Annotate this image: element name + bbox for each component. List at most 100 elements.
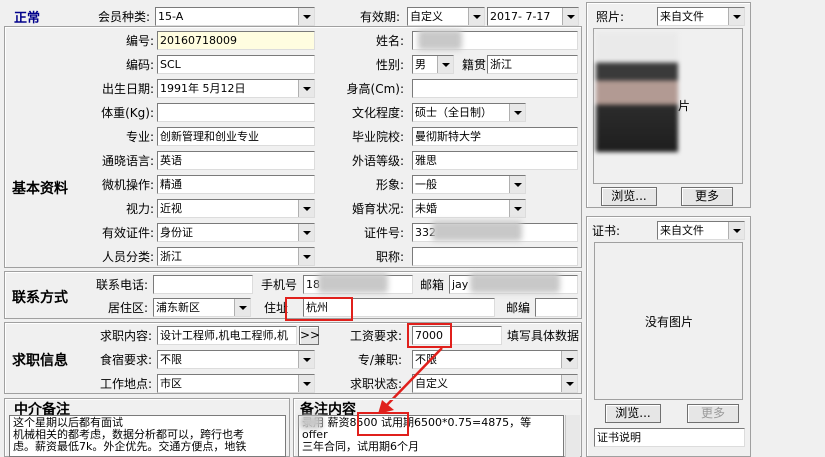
postcode-label: 邮编: [505, 301, 530, 315]
height-field[interactable]: [412, 79, 578, 98]
chevron-down-icon[interactable]: [234, 299, 250, 316]
valid-type-value: 自定义: [410, 10, 443, 23]
marital-label: 婚育状况:: [351, 202, 404, 216]
common-lang-label: 通晓语言:: [101, 154, 154, 168]
photo-placeholder-text: 片: [678, 99, 691, 113]
address-label: 住址: [263, 301, 288, 315]
weight-label: 体重(Kg):: [101, 106, 154, 120]
photo-browse-button[interactable]: 浏览...: [601, 187, 657, 206]
code-field[interactable]: SCL: [157, 55, 315, 74]
foreign-level-label: 外语等级:: [351, 154, 404, 168]
photo-image: [596, 32, 678, 152]
gender-select[interactable]: 男: [412, 55, 454, 74]
person-class-select[interactable]: 浙江: [157, 247, 315, 266]
district-select[interactable]: 浦东新区: [153, 298, 251, 317]
chevron-down-icon[interactable]: [298, 224, 314, 241]
food-req-label: 食宿要求:: [99, 353, 152, 367]
education-label: 文化程度:: [351, 106, 404, 120]
birth-value: 1991年 5月12日: [160, 82, 246, 95]
cert-no-image-text: 没有图片: [644, 315, 693, 329]
title-label: 职称:: [375, 250, 404, 264]
computer-label: 微机操作:: [101, 178, 154, 192]
contact-section-title: 联系方式: [12, 290, 68, 306]
id-type-label: 有效证件:: [101, 226, 154, 240]
height-label: 身高(Cm):: [346, 82, 404, 96]
valid-date-picker[interactable]: 2017- 7-17: [487, 7, 579, 26]
major-label: 专业:: [125, 130, 154, 144]
title-field[interactable]: [412, 247, 578, 266]
chevron-down-icon[interactable]: [509, 200, 525, 217]
chevron-down-icon[interactable]: [728, 222, 744, 239]
salary-hint: 填写具体数据: [506, 329, 579, 343]
chevron-down-icon[interactable]: [561, 375, 577, 392]
remark-textarea[interactable]: 录用 薪资8500 试用期6500*0.75=4875，等 offer 三年合同…: [298, 415, 564, 457]
image-select[interactable]: 一般: [412, 175, 526, 194]
district-value: 浦东新区: [156, 301, 200, 314]
computer-field[interactable]: 精通: [157, 175, 315, 194]
chevron-down-icon[interactable]: [728, 8, 744, 25]
foreign-level-field[interactable]: 雅思: [412, 151, 578, 170]
phone-field[interactable]: [153, 275, 253, 294]
chevron-down-icon[interactable]: [509, 104, 525, 121]
education-select[interactable]: 硕士（全日制）: [412, 103, 526, 122]
chevron-down-icon[interactable]: [561, 351, 577, 368]
native-field[interactable]: 浙江: [487, 55, 578, 74]
chevron-down-icon[interactable]: [437, 56, 453, 73]
work-place-label: 工作地点:: [99, 377, 152, 391]
chevron-down-icon[interactable]: [298, 8, 314, 25]
expand-button[interactable]: >>: [299, 326, 320, 345]
chevron-down-icon[interactable]: [298, 80, 314, 97]
common-lang-field[interactable]: 英语: [157, 151, 315, 170]
work-place-select[interactable]: 市区: [157, 374, 315, 393]
postcode-field[interactable]: [535, 298, 578, 317]
valid-date-value: 2017- 7-17: [490, 10, 551, 23]
chevron-down-icon[interactable]: [298, 248, 314, 265]
birth-date-picker[interactable]: 1991年 5月12日: [157, 79, 315, 98]
cert-browse-button[interactable]: 浏览...: [605, 404, 661, 423]
school-label: 毕业院校:: [351, 130, 404, 144]
agent-note-textarea[interactable]: 这个星期以后都有面试 机械相关的都考虑，数据分析都可以，跨行也考 虑。薪资最低7…: [9, 415, 286, 457]
chevron-down-icon[interactable]: [298, 375, 314, 392]
job-section-title: 求职信息: [12, 353, 68, 369]
person-class-label: 人员分类:: [101, 250, 154, 264]
valid-type-select[interactable]: 自定义: [407, 7, 485, 26]
major-field[interactable]: 创新管理和创业专业: [157, 127, 315, 146]
photo-label: 照片:: [596, 10, 625, 24]
member-type-value: 15-A: [158, 10, 184, 23]
image-value: 一般: [415, 178, 437, 191]
cert-label: 证书:: [592, 224, 621, 238]
photo-source-value: 来自文件: [660, 10, 704, 23]
email-label: 邮箱: [419, 278, 444, 292]
member-type-select[interactable]: 15-A: [155, 7, 315, 26]
chevron-down-icon[interactable]: [468, 8, 484, 25]
job-content-field[interactable]: 设计工程师,机电工程师,机: [157, 326, 297, 345]
remark-scrollbar[interactable]: [565, 415, 580, 457]
weight-field[interactable]: [157, 103, 315, 122]
cert-source-select[interactable]: 来自文件: [657, 221, 745, 240]
mobile-redacted: [318, 273, 388, 293]
number-label: 编号:: [125, 34, 154, 48]
status-label: 正常: [14, 11, 41, 26]
number-field[interactable]: 20160718009: [157, 31, 315, 50]
remark-salary-highlight: [357, 412, 409, 436]
chevron-down-icon[interactable]: [298, 351, 314, 368]
name-label: 姓名:: [375, 34, 404, 48]
id-type-value: 身份证: [160, 226, 193, 239]
cert-more-button[interactable]: 更多: [687, 404, 739, 423]
marital-select[interactable]: 未婚: [412, 199, 526, 218]
chevron-down-icon[interactable]: [562, 8, 578, 25]
remark-redacted: [300, 415, 322, 429]
cert-desc-field[interactable]: 证书说明: [594, 428, 745, 447]
education-value: 硕士（全日制）: [415, 106, 492, 119]
name-redacted: [418, 30, 462, 50]
eyesight-value: 近视: [160, 202, 182, 215]
food-req-select[interactable]: 不限: [157, 350, 315, 369]
eyesight-select[interactable]: 近视: [157, 199, 315, 218]
school-field[interactable]: 曼彻斯特大学: [412, 127, 578, 146]
photo-source-select[interactable]: 来自文件: [657, 7, 745, 26]
photo-more-button[interactable]: 更多: [681, 187, 733, 206]
birth-label: 出生日期:: [101, 82, 154, 96]
id-type-select[interactable]: 身份证: [157, 223, 315, 242]
chevron-down-icon[interactable]: [298, 200, 314, 217]
chevron-down-icon[interactable]: [509, 176, 525, 193]
